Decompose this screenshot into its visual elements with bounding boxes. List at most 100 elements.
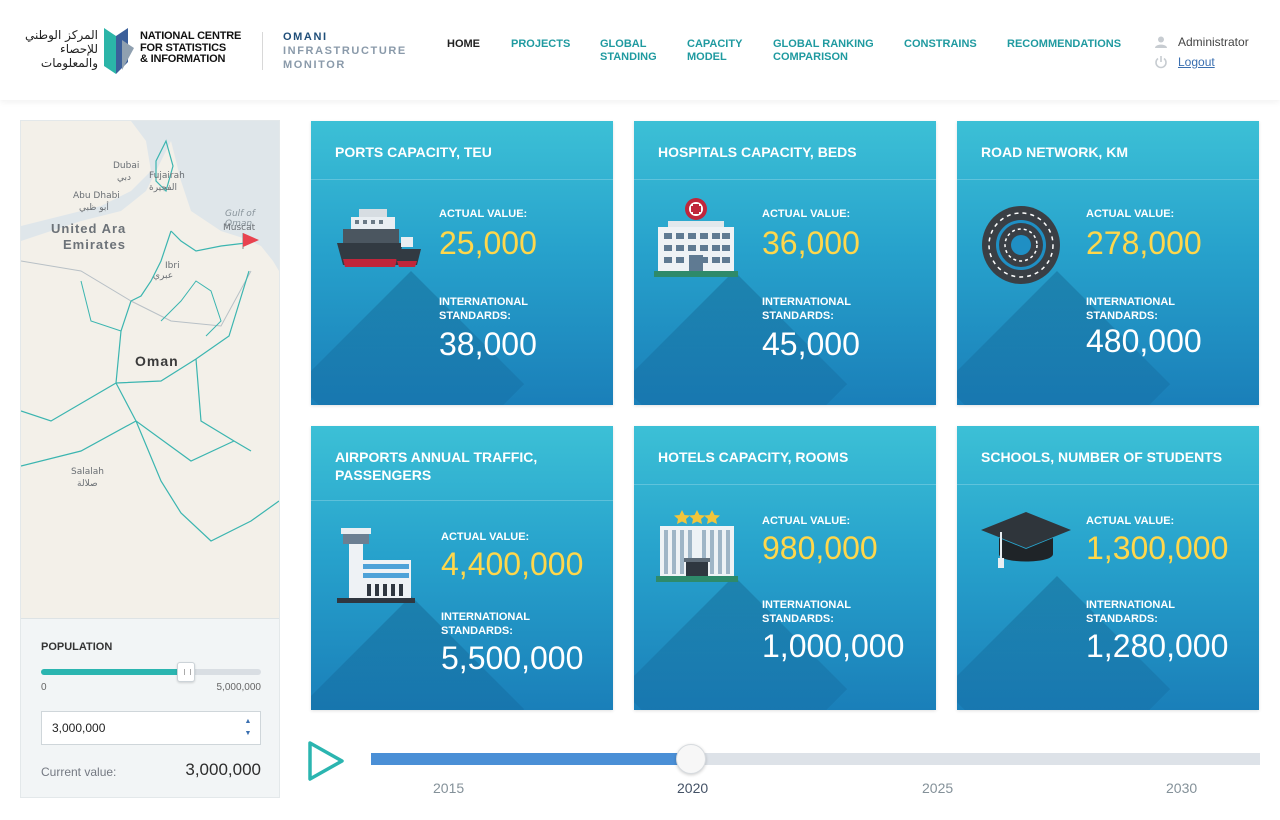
card-title: HOTELS CAPACITY, ROOMS bbox=[658, 449, 849, 465]
nav-projects[interactable]: PROJECTS bbox=[511, 38, 570, 51]
app-title-line-3: MONITOR bbox=[283, 59, 346, 71]
card-divider bbox=[311, 500, 613, 501]
population-slider-fill bbox=[41, 669, 187, 675]
timeline-year-2030[interactable]: 2030 bbox=[1166, 780, 1197, 796]
stepper-up-icon[interactable]: ▲ bbox=[242, 717, 254, 727]
airport-icon bbox=[337, 528, 415, 603]
actual-value: 980,000 bbox=[762, 530, 878, 566]
graduation-cap-icon bbox=[981, 512, 1071, 568]
international-standards-value: 1,000,000 bbox=[762, 628, 905, 664]
population-slider[interactable] bbox=[41, 662, 261, 682]
map-label-dubai: Dubai bbox=[113, 161, 140, 171]
card-schools[interactable]: SCHOOLS, NUMBER OF STUDENTS ACTUAL VALUE… bbox=[957, 426, 1259, 710]
international-standards-label: INTERNATIONAL STANDARDS: bbox=[1086, 296, 1175, 322]
card-divider bbox=[634, 484, 936, 485]
nav-recommendations[interactable]: RECOMMENDATIONS bbox=[1007, 38, 1121, 51]
actual-value: 278,000 bbox=[1086, 225, 1202, 261]
international-standards-label: INTERNATIONAL STANDARDS: bbox=[441, 611, 530, 637]
nav-global-ranking-comparison[interactable]: GLOBAL RANKING COMPARISON bbox=[773, 38, 885, 64]
hotel-icon bbox=[656, 510, 738, 582]
app-title-line-1: OMANI bbox=[283, 31, 328, 43]
nav-home[interactable]: HOME bbox=[447, 38, 480, 51]
logo-arabic-text: المركز الوطني للإحصاء والمعلومات bbox=[24, 28, 98, 70]
card-ports[interactable]: PORTS CAPACITY, TEU ACTUAL VALUE: 25,000… bbox=[311, 121, 613, 405]
card-hospitals[interactable]: HOSPITALS CAPACITY, BEDS ACTUAL VALUE: 3… bbox=[634, 121, 936, 405]
user-panel: Administrator Logout bbox=[1154, 32, 1249, 72]
card-title: ROAD NETWORK, KM bbox=[981, 144, 1128, 160]
star-icon bbox=[674, 510, 720, 524]
actual-value-label: ACTUAL VALUE: bbox=[441, 531, 530, 543]
international-standards-value: 1,280,000 bbox=[1086, 628, 1229, 664]
card-airports[interactable]: AIRPORTS ANNUAL TRAFFIC, PASSENGERS ACTU… bbox=[311, 426, 613, 710]
user-icon bbox=[1155, 36, 1167, 48]
header-divider bbox=[262, 32, 263, 70]
card-title: SCHOOLS, NUMBER OF STUDENTS bbox=[981, 449, 1223, 465]
map-label-muscat: Muscat bbox=[223, 223, 256, 233]
ncsi-logo[interactable]: المركز الوطني للإحصاء والمعلومات NATIONA… bbox=[20, 26, 245, 78]
international-standards-label: INTERNATIONAL STANDARDS: bbox=[439, 296, 528, 322]
app-title: OMANI INFRASTRUCTURE MONITOR bbox=[283, 30, 407, 72]
international-standards-value: 45,000 bbox=[762, 326, 860, 362]
user-name: Administrator bbox=[1178, 35, 1249, 49]
stepper-down-icon[interactable]: ▼ bbox=[242, 729, 254, 739]
card-divider bbox=[311, 179, 613, 180]
international-standards-value: 5,500,000 bbox=[441, 640, 584, 676]
nav-global-standing[interactable]: GLOBAL STANDING bbox=[600, 38, 670, 64]
app-title-line-2: INFRASTRUCTURE bbox=[283, 45, 407, 57]
international-standards-label: INTERNATIONAL STANDARDS: bbox=[762, 296, 851, 322]
timeline-year-2015[interactable]: 2015 bbox=[433, 780, 464, 796]
map-label-ibri: Ibri bbox=[165, 261, 180, 271]
actual-value-label: ACTUAL VALUE: bbox=[439, 208, 528, 220]
international-standards-label: INTERNATIONAL STANDARDS: bbox=[762, 599, 851, 625]
play-icon[interactable] bbox=[306, 741, 346, 781]
international-standards-value: 480,000 bbox=[1086, 323, 1202, 359]
population-slider-handle[interactable] bbox=[177, 662, 196, 682]
card-road-network[interactable]: ROAD NETWORK, KM ACTUAL VALUE: 278,000 I… bbox=[957, 121, 1259, 405]
map-label-abu-dhabi: Abu Dhabi bbox=[73, 191, 120, 201]
population-input[interactable] bbox=[42, 712, 232, 744]
actual-value-label: ACTUAL VALUE: bbox=[762, 515, 851, 527]
logo-mark-icon bbox=[104, 28, 134, 74]
actual-value-label: ACTUAL VALUE: bbox=[762, 208, 851, 220]
card-title: AIRPORTS ANNUAL TRAFFIC, PASSENGERS bbox=[335, 449, 538, 483]
nav-capacity-model[interactable]: CAPACITY MODEL bbox=[687, 38, 759, 64]
timeline-slider[interactable] bbox=[371, 744, 1260, 774]
international-standards-value: 38,000 bbox=[439, 326, 537, 362]
power-icon[interactable] bbox=[1154, 55, 1168, 69]
user-row: Administrator bbox=[1154, 32, 1249, 52]
timeline-year-2025[interactable]: 2025 bbox=[922, 780, 953, 796]
hospital-icon bbox=[654, 198, 738, 277]
actual-value-label: ACTUAL VALUE: bbox=[1086, 208, 1175, 220]
nav-constrains[interactable]: CONSTRAINS bbox=[904, 38, 977, 51]
ship-icon bbox=[337, 209, 421, 267]
timeline-year-2020[interactable]: 2020 bbox=[677, 780, 708, 796]
actual-value: 36,000 bbox=[762, 225, 860, 261]
card-hotels[interactable]: HOTELS CAPACITY, ROOMS ACTUAL VALUE: 980… bbox=[634, 426, 936, 710]
logo-line-3: & INFORMATION bbox=[140, 53, 226, 65]
map-label-salalah: Salalah bbox=[71, 467, 104, 477]
oman-map[interactable]: Dubai دبي Fujairah الفجيرة Abu Dhabi أبو… bbox=[21, 121, 279, 619]
logout-link[interactable]: Logout bbox=[1178, 55, 1215, 69]
logout-row: Logout bbox=[1154, 52, 1249, 72]
actual-value: 4,400,000 bbox=[441, 546, 584, 582]
map-label-uae-line-2: Emirates bbox=[63, 237, 126, 252]
card-title: HOSPITALS CAPACITY, BEDS bbox=[658, 144, 857, 160]
road-icon bbox=[982, 206, 1060, 284]
header: المركز الوطني للإحصاء والمعلومات NATIONA… bbox=[0, 0, 1280, 100]
population-min-label: 0 bbox=[41, 682, 47, 693]
logo-english-text: NATIONAL CENTRE FOR STATISTICS & INFORMA… bbox=[140, 30, 242, 66]
card-divider bbox=[634, 179, 936, 180]
current-value-label: Current value: bbox=[41, 765, 117, 779]
current-value: 3,000,000 bbox=[185, 760, 261, 779]
sidebar: Dubai دبي Fujairah الفجيرة Abu Dhabi أبو… bbox=[20, 120, 280, 798]
map-label-fujairah: Fujairah bbox=[149, 171, 185, 181]
actual-value-label: ACTUAL VALUE: bbox=[1086, 515, 1175, 527]
logo-line-1: NATIONAL CENTRE bbox=[140, 30, 242, 42]
map-label-abu-dhabi-ar: أبو ظبي bbox=[79, 203, 109, 213]
map-canvas bbox=[21, 121, 279, 618]
map-label-uae-line-1: United Ara bbox=[51, 221, 127, 236]
population-label: POPULATION bbox=[41, 641, 113, 653]
population-max-label: 5,000,000 bbox=[216, 682, 262, 693]
timeline-handle[interactable] bbox=[676, 744, 707, 774]
population-input-wrapper: ▲ ▼ bbox=[41, 711, 261, 745]
